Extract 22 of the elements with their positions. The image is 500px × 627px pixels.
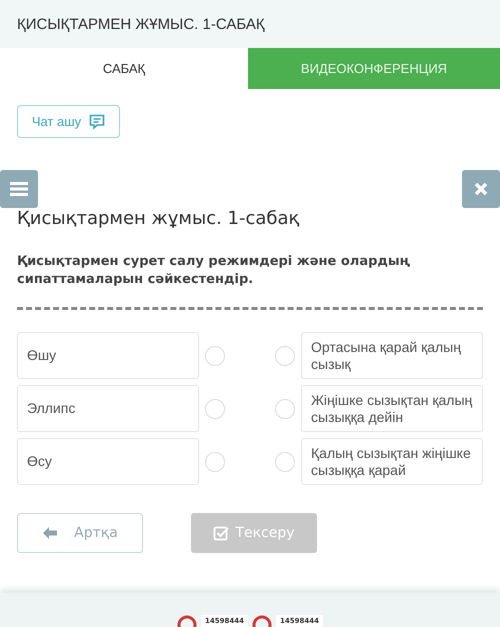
answer-card[interactable]: Өсу	[17, 438, 199, 485]
answer-card[interactable]: Өшу	[17, 332, 199, 379]
close-button[interactable]	[462, 170, 500, 208]
page-title: ҚИСЫҚТАРМЕН ЖҰМЫС. 1-САБАҚ	[17, 16, 265, 32]
answer-card[interactable]: Ортасына қарай қалың сызық	[301, 332, 483, 379]
arrow-left-icon	[42, 526, 58, 540]
answer-card[interactable]: Қалың сызықтан жіңішке сызыққа қарай	[301, 438, 483, 485]
lesson-title: Қисықтармен жұмыс. 1-сабақ	[17, 208, 300, 229]
close-icon	[474, 182, 488, 196]
radio-button[interactable]	[275, 398, 295, 418]
question-text: Қисықтармен сурет салу режимдері және олардың сипаттамаларын сәйкестендір.	[17, 253, 412, 289]
radio-button[interactable]	[205, 398, 225, 418]
checkbox-icon	[213, 525, 230, 541]
answer-card[interactable]: Эллипс	[17, 385, 199, 432]
radio-button[interactable]	[205, 346, 225, 366]
radio-button[interactable]	[205, 452, 225, 472]
chat-icon	[89, 114, 106, 130]
menu-icon	[10, 181, 28, 197]
radio-button[interactable]	[275, 452, 295, 472]
radio-button[interactable]	[275, 346, 295, 366]
menu-button[interactable]	[0, 170, 38, 208]
answer-card[interactable]: Жіңішке сызықтан қалың сызыққа дейін	[301, 385, 483, 432]
